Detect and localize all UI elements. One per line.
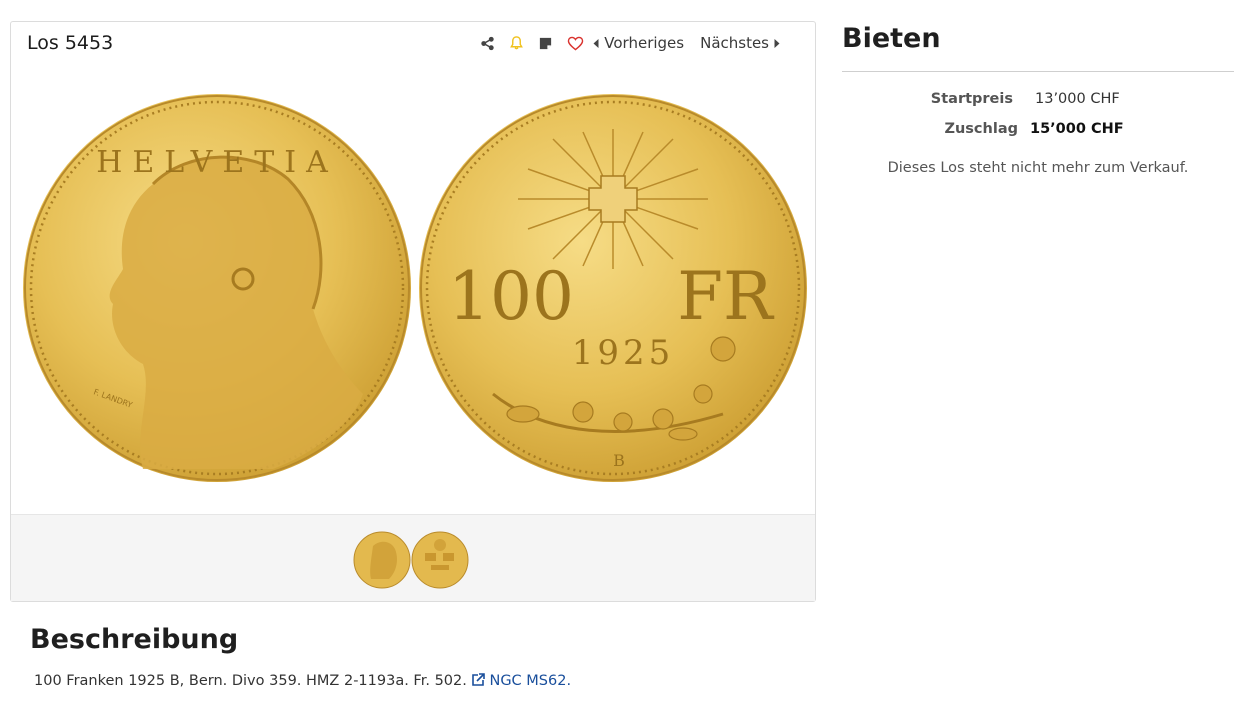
coin-reverse: 100 FR 1925 B — [419, 94, 807, 482]
note-icon[interactable] — [538, 36, 553, 51]
previous-label: Vorheriges — [604, 34, 685, 52]
reverse-unit: FR — [677, 258, 775, 335]
reverse-mint-mark: B — [613, 451, 625, 470]
main-coin-image[interactable]: HELVETIA F. LANDRY 100 FR 1925 B — [23, 94, 807, 504]
share-icon[interactable] — [480, 36, 495, 51]
reverse-year: 1925 — [572, 333, 675, 373]
caret-right-icon — [774, 38, 780, 48]
ngc-certificate-link[interactable]: NGC MS62. — [471, 673, 571, 689]
next-lot-link[interactable]: Nächstes — [700, 34, 785, 52]
external-link-icon — [472, 673, 486, 686]
reverse-value: 100 — [448, 258, 574, 335]
thumbnail-coin-pair[interactable] — [353, 531, 469, 589]
bid-panel: Bieten Startpreis 13’000 CHF Zuschlag 15… — [842, 21, 1234, 176]
description-text: 100 Franken 1925 B, Bern. Divo 359. HMZ … — [34, 673, 571, 689]
start-price-value: 13’000 CHF — [1035, 91, 1120, 107]
lot-title: Los 5453 — [27, 32, 114, 54]
lot-toolbar: Vorheriges Nächstes — [480, 34, 785, 52]
coin-obverse: HELVETIA F. LANDRY — [23, 94, 411, 482]
description-title: Beschreibung — [30, 624, 239, 655]
bid-title: Bieten — [842, 23, 941, 54]
ngc-link-label: NGC MS62. — [489, 673, 572, 689]
start-price-row: Startpreis 13’000 CHF — [842, 91, 1234, 107]
caret-left-icon — [593, 38, 599, 48]
heart-icon[interactable] — [567, 36, 584, 51]
bid-divider — [842, 71, 1234, 72]
lot-status-note: Dieses Los steht nicht mehr zum Verkauf. — [887, 160, 1189, 176]
description-body: 100 Franken 1925 B, Bern. Divo 359. HMZ … — [34, 673, 467, 689]
obverse-legend: HELVETIA — [96, 145, 338, 180]
hammer-price-row: Zuschlag 15’000 CHF — [842, 121, 1234, 137]
bid-price-table: Startpreis 13’000 CHF Zuschlag 15’000 CH… — [842, 91, 1234, 151]
next-label: Nächstes — [700, 34, 769, 52]
hammer-price-value: 15’000 CHF — [1030, 121, 1124, 137]
lot-card: Los 5453 Vorheriges Nächstes HELVETIA F.… — [10, 21, 816, 602]
bell-icon[interactable] — [509, 35, 524, 51]
thumbnail-bar — [11, 514, 815, 601]
start-price-label: Startpreis — [930, 91, 1013, 107]
hammer-price-label: Zuschlag — [944, 121, 1018, 137]
lot-header: Los 5453 Vorheriges Nächstes — [11, 22, 815, 64]
previous-lot-link[interactable]: Vorheriges — [588, 34, 684, 52]
